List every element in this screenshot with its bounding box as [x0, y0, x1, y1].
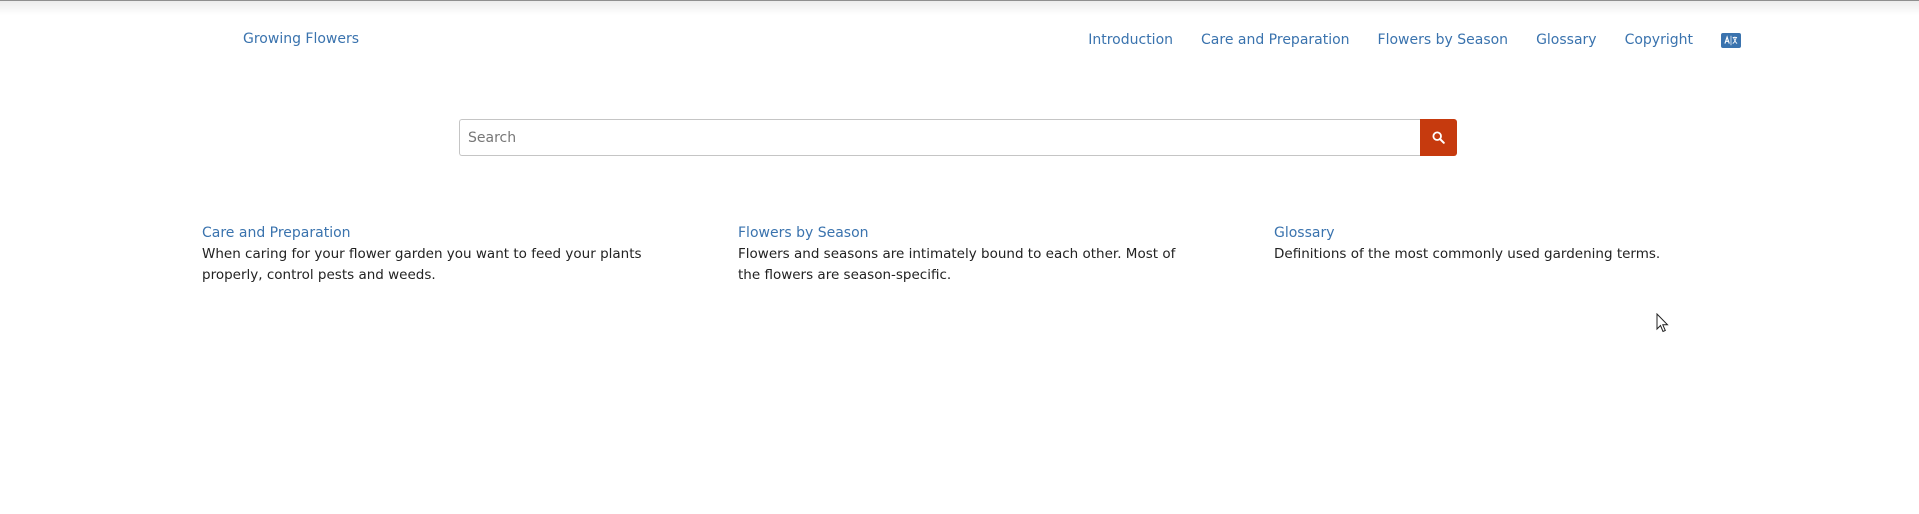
main-nav: Introduction Care and Preparation Flower…	[1088, 30, 1741, 50]
mouse-cursor-icon	[1656, 313, 1669, 333]
nav-glossary[interactable]: Glossary	[1536, 30, 1597, 50]
nav-introduction[interactable]: Introduction	[1088, 30, 1173, 50]
card-flowers-by-season: Flowers by Season Flowers and seasons ar…	[738, 225, 1178, 286]
card-description: Definitions of the most commonly used ga…	[1274, 246, 1661, 262]
card-title-link[interactable]: Flowers by Season	[738, 225, 1178, 242]
card-title-link[interactable]: Glossary	[1274, 225, 1714, 242]
site-title-link[interactable]: Growing Flowers	[243, 31, 359, 47]
nav-care-and-preparation[interactable]: Care and Preparation	[1201, 30, 1350, 50]
nav-copyright[interactable]: Copyright	[1625, 30, 1693, 50]
card-description: Flowers and seasons are intimately bound…	[738, 246, 1176, 283]
search-bar	[459, 119, 1457, 156]
card-care-and-preparation: Care and Preparation When caring for you…	[202, 225, 642, 286]
search-input[interactable]	[459, 119, 1420, 156]
card-glossary: Glossary Definitions of the most commonl…	[1274, 225, 1714, 265]
card-description: When caring for your flower garden you w…	[202, 246, 642, 283]
card-title-link[interactable]: Care and Preparation	[202, 225, 642, 242]
window-top-border	[0, 0, 1919, 15]
nav-flowers-by-season[interactable]: Flowers by Season	[1378, 30, 1509, 50]
translate-icon[interactable]	[1721, 32, 1741, 48]
search-button[interactable]	[1420, 119, 1457, 156]
search-icon	[1432, 131, 1445, 144]
